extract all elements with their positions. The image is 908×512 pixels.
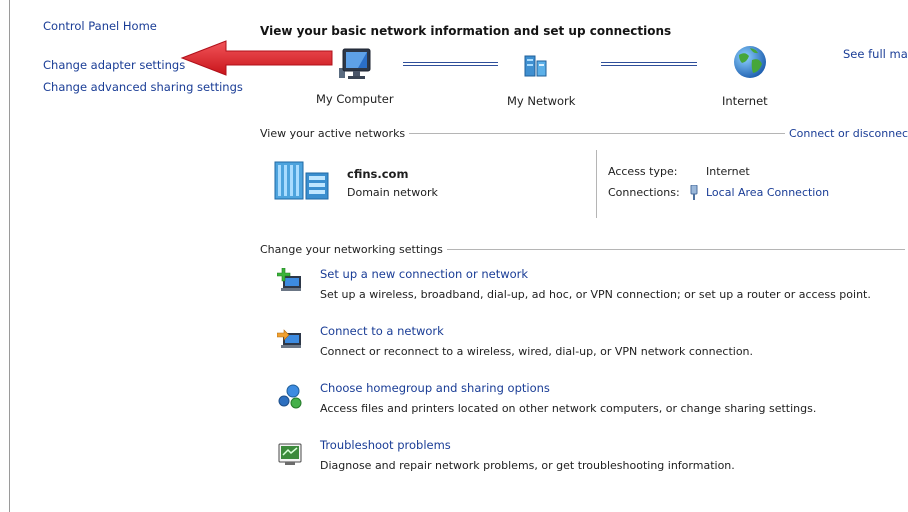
task-setup-connection-desc: Set up a wireless, broadband, dial-up, a… — [320, 288, 871, 301]
active-network-divider — [596, 150, 597, 218]
new-connection-icon[interactable] — [277, 268, 303, 294]
access-type-label: Access type: — [608, 165, 678, 178]
active-networks-heading: View your active networks — [260, 127, 410, 140]
connections-label: Connections: — [608, 186, 680, 199]
task-homegroup-desc: Access files and printers located on oth… — [320, 402, 817, 415]
homegroup-icon[interactable] — [277, 384, 303, 410]
task-troubleshoot-desc: Diagnose and repair network problems, or… — [320, 459, 735, 472]
map-label-my-computer: My Computer — [316, 92, 394, 106]
ethernet-icon — [690, 185, 698, 200]
page-title: View your basic network information and … — [260, 24, 672, 38]
active-network-type: Domain network — [347, 186, 438, 199]
red-arrow-annotation — [180, 40, 333, 76]
connect-network-icon[interactable] — [277, 327, 303, 353]
connect-or-disconnect-link[interactable]: Connect or disconnect — [789, 127, 908, 140]
see-full-map-link[interactable]: See full map — [843, 47, 908, 61]
task-connect-network-desc: Connect or reconnect to a wireless, wire… — [320, 345, 754, 358]
networking-settings-heading: Change your networking settings — [260, 243, 447, 256]
domain-network-icon — [274, 161, 329, 200]
task-connect-network-link[interactable]: Connect to a network — [320, 324, 444, 338]
access-type-value: Internet — [706, 165, 750, 178]
connection-line-network-internet — [601, 62, 697, 66]
map-label-my-network: My Network — [507, 94, 576, 108]
active-network-name: cfins.com — [347, 167, 409, 181]
task-homegroup-link[interactable]: Choose homegroup and sharing options — [320, 381, 550, 395]
map-label-internet: Internet — [722, 94, 768, 108]
sidebar-item-control-panel-home[interactable]: Control Panel Home — [43, 19, 157, 33]
window-left-border — [9, 0, 10, 512]
computer-icon — [339, 48, 371, 79]
network-icon — [524, 55, 547, 77]
globe-icon — [734, 46, 766, 78]
connection-line-computer-network — [403, 62, 498, 66]
local-area-connection-link[interactable]: Local Area Connection — [706, 186, 829, 199]
task-troubleshoot-link[interactable]: Troubleshoot problems — [320, 438, 451, 452]
sidebar-item-change-advanced-sharing[interactable]: Change advanced sharing settings — [43, 80, 243, 94]
troubleshoot-icon[interactable] — [277, 441, 303, 467]
task-setup-connection-link[interactable]: Set up a new connection or network — [320, 267, 528, 281]
sidebar-item-change-adapter-settings[interactable]: Change adapter settings — [43, 58, 185, 72]
